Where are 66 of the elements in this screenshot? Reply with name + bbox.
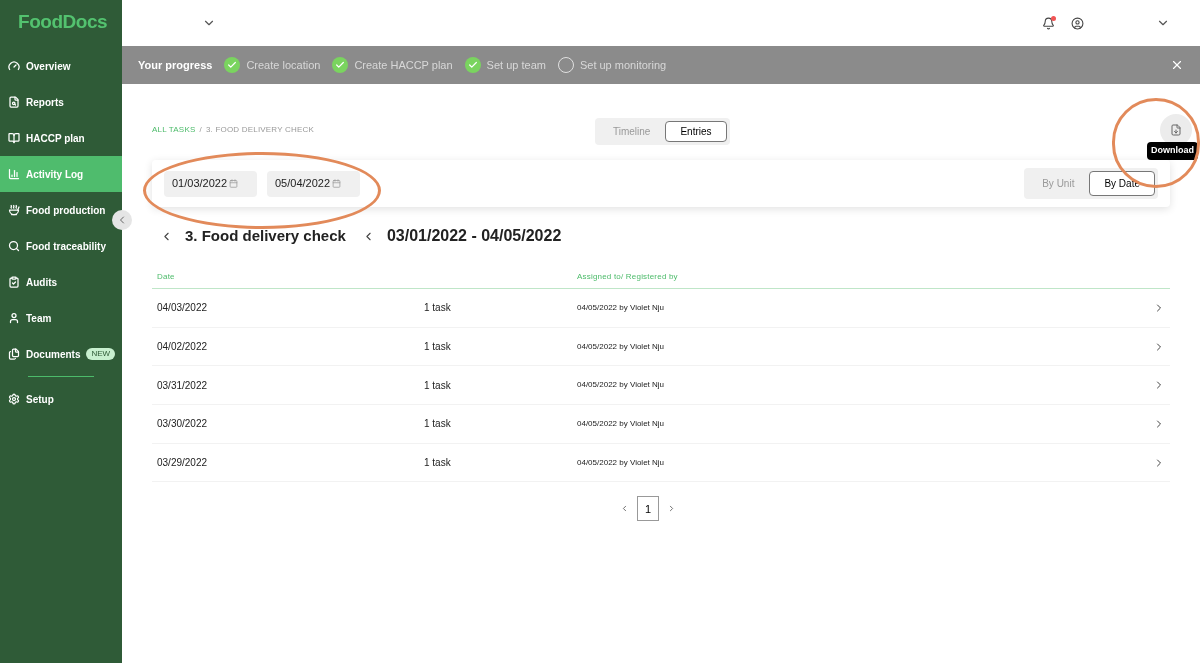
- breadcrumb-separator: /: [199, 124, 202, 136]
- clipboard-icon: [8, 276, 20, 288]
- settings-icon: [8, 393, 20, 405]
- progress-step: Create HACCP plan: [354, 56, 453, 74]
- date-field[interactable]: 01/03/2022: [164, 170, 257, 197]
- date-cell-text: 04/02/2022: [157, 340, 209, 355]
- column-header: Assigned to/ Registered by: [577, 270, 678, 283]
- search-icon: [8, 240, 20, 252]
- progress-step: Set up monitoring: [579, 56, 667, 74]
- download-tooltip: Download: [1147, 142, 1198, 160]
- sidebar-item[interactable]: Team: [0, 300, 110, 336]
- gauge-icon: [8, 60, 20, 72]
- breadcrumb-current: 3. FOOD DELIVERY CHECK: [205, 124, 315, 136]
- report-icon: [8, 96, 20, 108]
- registered-cell: 04/05/2022 by Violet Nju: [577, 379, 665, 392]
- task-count-cell-text: 1 task: [424, 378, 452, 393]
- date-cell-text: 04/03/2022: [157, 301, 209, 316]
- sidebar-item[interactable]: Documents NEW: [0, 336, 122, 372]
- download-icon: [1170, 124, 1182, 136]
- close-icon[interactable]: [1170, 58, 1184, 72]
- registered-cell: 04/05/2022 by Violet Nju: [577, 340, 665, 353]
- page-button[interactable]: 1: [637, 496, 659, 522]
- task-count-cell-text: 1 task: [424, 301, 452, 316]
- sidebar-item[interactable]: Audits: [0, 264, 110, 300]
- book-icon: [8, 132, 20, 144]
- table-row[interactable]: 04/03/2022 1 task 04/05/2022 by Violet Nju: [152, 289, 1170, 328]
- progress-step: Set up team: [486, 56, 546, 74]
- column-header: Date: [157, 270, 176, 283]
- date-cell-text: 03/30/2022: [157, 417, 209, 432]
- task-title: 3. Food delivery check: [185, 225, 346, 246]
- table-row[interactable]: 03/30/2022 1 task 04/05/2022 by Violet Nju: [152, 405, 1170, 444]
- sidebar-item[interactable]: Overview: [0, 48, 110, 84]
- progress-title: Your progress: [138, 57, 213, 73]
- task-count-cell-text: 1 task: [424, 456, 452, 471]
- account-icon[interactable]: [1071, 16, 1084, 30]
- date-cell-text: 03/29/2022: [157, 456, 209, 471]
- table-row[interactable]: 03/29/2022 1 task 04/05/2022 by Violet Nju: [152, 443, 1170, 483]
- bowl-icon: [8, 204, 20, 216]
- sidebar-item[interactable]: Reports: [0, 84, 110, 120]
- calendar-icon: [332, 179, 342, 188]
- sidebar-item[interactable]: HACCP plan: [0, 120, 110, 156]
- table-row[interactable]: 04/02/2022 1 task 04/05/2022 by Violet Nju: [152, 327, 1170, 367]
- sidebar-item[interactable]: Setup: [0, 381, 110, 417]
- date-range-heading: 03/01/2022 - 04/05/2022: [386, 226, 562, 246]
- new-badge: NEW: [86, 348, 116, 360]
- sidebar-item[interactable]: Food production: [0, 192, 110, 228]
- task-count-cell-text: 1 task: [424, 340, 452, 355]
- registered-cell: 04/05/2022 by Violet Nju: [577, 417, 665, 430]
- segment-tab[interactable]: Entries: [665, 121, 727, 142]
- task-count-cell-text: 1 task: [424, 417, 452, 432]
- registered-cell: 04/05/2022 by Violet Nju: [577, 456, 665, 469]
- bar-chart-icon: [8, 168, 20, 180]
- notification-bell-icon[interactable]: [1042, 16, 1055, 30]
- documents-icon: [8, 348, 20, 360]
- previous-page-icon[interactable]: [620, 504, 629, 514]
- collapse-button[interactable]: [112, 210, 132, 230]
- next-page-icon[interactable]: [667, 504, 676, 514]
- date-cell-text: 03/31/2022: [157, 378, 209, 393]
- progress-step: Create location: [246, 56, 321, 74]
- calendar-icon: [229, 179, 239, 188]
- sidebar-item[interactable]: Food traceability: [0, 228, 110, 264]
- user-icon: [8, 312, 20, 324]
- date-field[interactable]: 05/04/2022: [267, 170, 360, 197]
- logo: FoodDocs: [17, 9, 109, 34]
- registered-cell: 04/05/2022 by Violet Nju: [577, 301, 665, 314]
- table-row[interactable]: 03/31/2022 1 task 04/05/2022 by Violet Nju: [152, 366, 1170, 406]
